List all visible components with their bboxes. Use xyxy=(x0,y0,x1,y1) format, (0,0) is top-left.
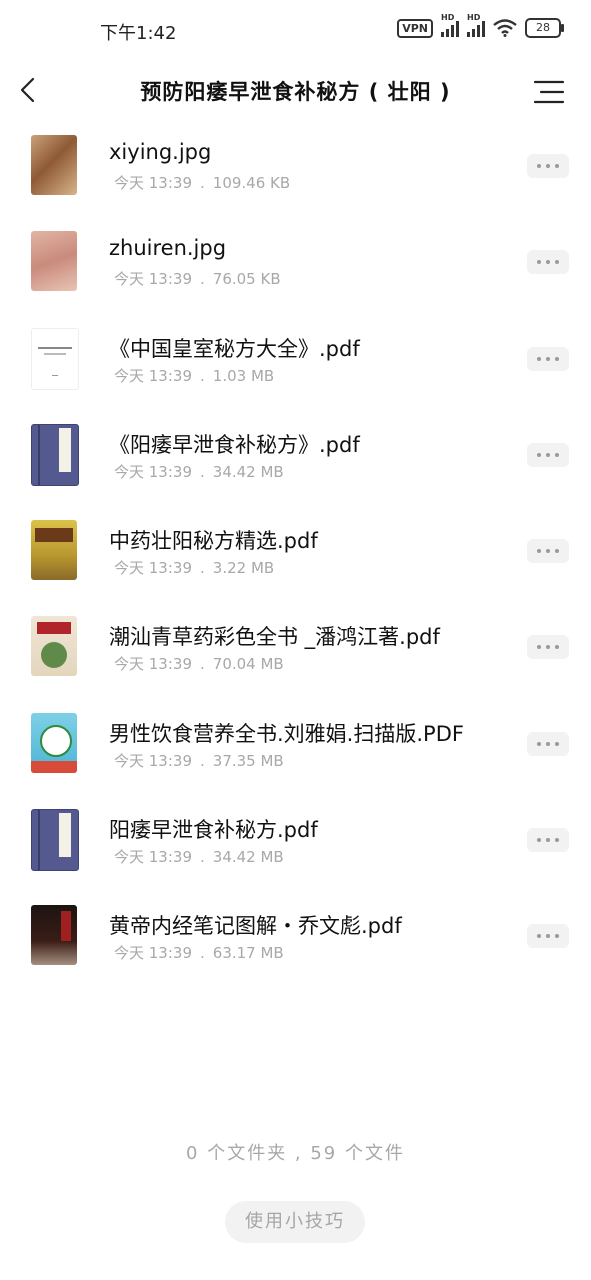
battery-indicator: 28 xyxy=(525,18,564,38)
status-bar: 下午1:42 VPN HD HD 28 xyxy=(0,0,591,60)
file-meta: 今天 13:39. 1.03 MB xyxy=(114,365,274,386)
file-name: 《中国皇室秘方大全》.pdf xyxy=(109,336,360,361)
more-options-button[interactable] xyxy=(527,635,569,660)
file-size: 109.46 KB xyxy=(212,174,291,192)
document-thumbnail xyxy=(31,327,79,390)
file-meta: 今天 13:39. 34.42 MB xyxy=(114,846,284,867)
wifi-icon xyxy=(493,19,517,37)
file-meta: 今天 13:39. 37.35 MB xyxy=(114,750,284,771)
more-options-button[interactable] xyxy=(527,731,569,756)
file-date: 今天 13:39 xyxy=(114,944,192,963)
more-options-button[interactable] xyxy=(527,828,569,853)
more-options-button[interactable] xyxy=(527,924,569,949)
status-icons: VPN HD HD 28 xyxy=(397,13,564,38)
file-name: zhuiren.jpg xyxy=(109,236,227,261)
file-name: 潮汕青草药彩色全书 _潘鸿江著.pdf xyxy=(109,625,440,650)
file-date: 今天 13:39 xyxy=(114,270,192,289)
file-meta: 今天 13:39. 3.22 MB xyxy=(114,557,274,578)
meta-separator: . xyxy=(200,655,205,674)
file-row[interactable]: 潮汕青草药彩色全书 _潘鸿江著.pdf 今天 13:39. 70.04 MB xyxy=(0,605,591,701)
meta-separator: . xyxy=(200,270,205,289)
meta-separator: . xyxy=(200,559,205,578)
more-options-button[interactable] xyxy=(527,154,569,178)
more-options-button[interactable] xyxy=(527,250,569,275)
book-cover-thumbnail xyxy=(31,712,77,773)
file-meta: 今天 13:39. 70.04 MB xyxy=(114,653,284,674)
hd-label: HD xyxy=(441,13,455,22)
signal-icon: HD xyxy=(441,13,459,37)
file-row[interactable]: 《中国皇室秘方大全》.pdf 今天 13:39. 1.03 MB xyxy=(0,317,591,413)
file-meta: 今天 13:39. 34.42 MB xyxy=(114,461,284,482)
file-date: 今天 13:39 xyxy=(114,462,192,481)
meta-separator: . xyxy=(200,944,205,963)
file-name: 黄帝内经笔记图解・乔文彪.pdf xyxy=(109,914,402,939)
meta-separator: . xyxy=(200,366,205,385)
back-icon[interactable] xyxy=(14,74,46,106)
menu-icon[interactable] xyxy=(533,78,565,106)
image-thumbnail xyxy=(31,135,77,195)
meta-separator: . xyxy=(200,174,205,192)
file-list: xiying.jpg 今天 13:39. 109.46 KB zhuiren.jp… xyxy=(0,124,591,991)
file-row[interactable]: zhuiren.jpg 今天 13:39. 76.05 KB xyxy=(0,220,591,316)
book-cover-thumbnail xyxy=(31,423,79,486)
file-size: 1.03 MB xyxy=(212,366,275,385)
book-cover-thumbnail xyxy=(31,616,77,677)
meta-separator: . xyxy=(200,751,205,770)
file-meta: 今天 13:39. 63.17 MB xyxy=(114,942,284,963)
file-name: 《阳痿早泄食补秘方》.pdf xyxy=(109,432,360,457)
file-row[interactable]: 阳痿早泄食补秘方.pdf 今天 13:39. 34.42 MB xyxy=(0,798,591,894)
file-row[interactable]: 中药壮阳秘方精选.pdf 今天 13:39. 3.22 MB xyxy=(0,509,591,605)
app-header: 预防阳痿早泄食补秘方 ( 壮阳 ) xyxy=(0,60,591,124)
file-date: 今天 13:39 xyxy=(114,655,192,674)
book-cover-thumbnail xyxy=(31,520,77,581)
file-row[interactable]: 黄帝内经笔记图解・乔文彪.pdf 今天 13:39. 63.17 MB xyxy=(0,894,591,990)
more-options-button[interactable] xyxy=(527,539,569,564)
more-options-button[interactable] xyxy=(527,442,569,467)
page-title: 预防阳痿早泄食补秘方 ( 壮阳 ) xyxy=(140,80,451,104)
file-size: 37.35 MB xyxy=(212,751,284,770)
file-date: 今天 13:39 xyxy=(114,751,192,770)
file-size: 3.22 MB xyxy=(212,559,275,578)
more-options-button[interactable] xyxy=(527,346,569,371)
book-cover-thumbnail xyxy=(31,905,77,966)
file-row[interactable]: 男性饮食营养全书.刘雅娟.扫描版.PDF 今天 13:39. 37.35 MB xyxy=(0,702,591,798)
file-name: 中药壮阳秘方精选.pdf xyxy=(109,529,318,554)
book-cover-thumbnail xyxy=(31,809,79,872)
file-meta: 今天 13:39. 109.46 KB xyxy=(114,172,290,193)
status-time: 下午1:42 xyxy=(100,23,177,44)
file-size: 70.04 MB xyxy=(212,655,284,674)
file-count-summary: 0 个文件夹 , 59 个文件 xyxy=(186,1143,405,1164)
file-name: xiying.jpg xyxy=(109,140,212,164)
file-browser-screen: 下午1:42 VPN HD HD 28 预防阳痿早泄食补秘方 ( 壮阳) xi… xyxy=(0,0,591,1280)
hd-label: HD xyxy=(467,13,481,22)
file-size: 34.42 MB xyxy=(212,848,284,867)
file-date: 今天 13:39 xyxy=(114,174,192,192)
vpn-badge: VPN xyxy=(397,18,433,38)
meta-separator: . xyxy=(200,462,205,481)
image-thumbnail xyxy=(31,231,77,292)
file-size: 34.42 MB xyxy=(212,462,284,481)
signal-icon: HD xyxy=(467,13,485,37)
file-name: 阳痿早泄食补秘方.pdf xyxy=(109,818,318,843)
file-name: 男性饮食营养全书.刘雅娟.扫描版.PDF xyxy=(109,721,464,746)
file-date: 今天 13:39 xyxy=(114,366,192,385)
file-date: 今天 13:39 xyxy=(114,559,192,578)
file-row[interactable]: xiying.jpg 今天 13:39. 109.46 KB xyxy=(0,124,591,220)
usage-tips-button[interactable]: 使用小技巧 xyxy=(225,1201,365,1243)
meta-separator: . xyxy=(200,848,205,867)
file-row[interactable]: 《阳痿早泄食补秘方》.pdf 今天 13:39. 34.42 MB xyxy=(0,413,591,509)
file-meta: 今天 13:39. 76.05 KB xyxy=(114,268,281,289)
file-size: 76.05 KB xyxy=(212,270,281,289)
file-size: 63.17 MB xyxy=(212,944,284,963)
file-date: 今天 13:39 xyxy=(114,848,192,867)
